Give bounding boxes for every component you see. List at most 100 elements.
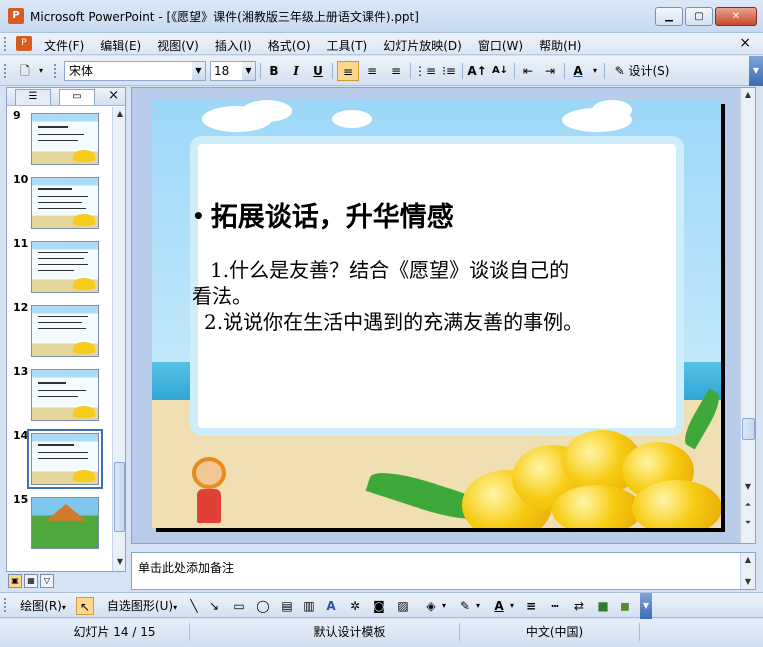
slide-sorter-icon[interactable]: ▦ <box>24 574 38 588</box>
align-center-icon[interactable]: ≡ <box>361 61 383 81</box>
next-slide-icon[interactable]: ⏷ <box>741 516 755 530</box>
toolbar-grip[interactable] <box>4 64 7 78</box>
draw-label: 绘图(R) <box>20 599 62 613</box>
vertical-textbox-icon[interactable]: ▥ <box>300 597 318 615</box>
menu-grip[interactable] <box>4 37 7 51</box>
scroll-thumb[interactable] <box>742 418 755 440</box>
slide-thumbnail[interactable] <box>31 305 99 357</box>
align-left-icon[interactable]: ≡ <box>337 61 359 81</box>
slide-thumbnail[interactable] <box>31 177 99 229</box>
close-window-button[interactable]: ✕ <box>715 7 757 26</box>
minimize-button[interactable]: ▁ <box>655 7 683 26</box>
new-icon[interactable]: 🗋 <box>14 61 36 81</box>
toolbar-grip[interactable] <box>4 598 7 612</box>
clipart-icon[interactable]: ◙ <box>370 597 388 615</box>
scroll-down-icon[interactable]: ▼ <box>741 575 755 589</box>
fill-color-icon[interactable]: ◈ <box>422 597 440 615</box>
chevron-down-icon[interactable]: ▾ <box>474 597 482 615</box>
increase-indent-icon[interactable]: ⇥ <box>540 61 560 81</box>
normal-view-icon[interactable]: ▣ <box>8 574 22 588</box>
cloud-decoration <box>592 100 632 120</box>
toolbar-overflow-icon[interactable]: ▼ <box>749 56 763 86</box>
close-document-button[interactable]: × <box>739 35 751 51</box>
toolbar-overflow-icon[interactable]: ▼ <box>640 593 652 619</box>
picture-icon[interactable]: ▨ <box>394 597 412 615</box>
powerpoint-app-icon[interactable]: P <box>8 8 24 24</box>
slide-thumbnail-selected[interactable] <box>27 429 103 489</box>
slide-thumbnail[interactable] <box>31 241 99 293</box>
slide-thumbnail[interactable] <box>31 113 99 165</box>
line-style-icon[interactable]: ≡ <box>522 597 540 615</box>
decrease-font-icon[interactable]: A↓ <box>489 61 511 81</box>
arrow-style-icon[interactable]: ⇄ <box>570 597 588 615</box>
notes-pane[interactable]: 单击此处添加备注 ▲ ▼ <box>131 552 756 590</box>
scroll-down-icon[interactable]: ▼ <box>113 555 127 569</box>
slideshow-view-icon[interactable]: ▽ <box>40 574 54 588</box>
toolbar-options-icon[interactable]: ▾ <box>36 61 46 81</box>
autoshapes-button[interactable]: 自选图形(U)▾ <box>102 597 182 615</box>
line-icon[interactable]: ╲ <box>186 597 202 615</box>
font-color-icon[interactable]: A <box>568 61 588 81</box>
menu-format[interactable]: 格式(O) <box>268 36 319 55</box>
scroll-up-icon[interactable]: ▲ <box>741 88 755 102</box>
shadow-style-icon[interactable]: ■ <box>594 597 612 615</box>
menu-insert[interactable]: 插入(I) <box>215 36 260 55</box>
chevron-down-icon[interactable]: ▼ <box>242 62 255 80</box>
close-pane-icon[interactable]: × <box>108 88 119 103</box>
arrow-icon[interactable]: ↘ <box>206 597 222 615</box>
slide-text-box[interactable]: 拓展谈话，升华情感 1.什么是友善？结合《愿望》谈谈自己的 看法。 2.说说你在… <box>192 198 712 335</box>
italic-button[interactable]: I <box>286 61 306 81</box>
slide-scrollbar[interactable]: ▲ ▼ ⏶ ⏷ <box>740 88 755 543</box>
design-button[interactable]: ✎ 设计(S) <box>610 61 674 81</box>
oval-icon[interactable]: ◯ <box>254 597 272 615</box>
chevron-down-icon[interactable]: ▾ <box>508 597 516 615</box>
slide-thumbnail[interactable] <box>31 497 99 549</box>
slide-thumbnail[interactable] <box>31 369 99 421</box>
chevron-down-icon[interactable]: ▼ <box>192 62 205 80</box>
decrease-indent-icon[interactable]: ⇤ <box>518 61 538 81</box>
chevron-down-icon[interactable]: ▾ <box>590 61 600 81</box>
textbox-icon[interactable]: ▤ <box>278 597 296 615</box>
select-pointer-icon[interactable]: ↖ <box>76 597 94 615</box>
chevron-down-icon[interactable]: ▾ <box>440 597 448 615</box>
toolbar-separator <box>332 63 333 79</box>
notes-placeholder: 单击此处添加备注 <box>138 561 235 575</box>
menu-help[interactable]: 帮助(H) <box>539 36 589 55</box>
line-color-icon[interactable]: ✎ <box>456 597 474 615</box>
menu-file[interactable]: 文件(F) <box>44 36 92 55</box>
notes-scrollbar[interactable]: ▲ ▼ <box>740 553 755 589</box>
align-right-icon[interactable]: ≡ <box>385 61 407 81</box>
wordart-icon[interactable]: A <box>322 597 340 615</box>
bold-button[interactable]: B <box>264 61 284 81</box>
tab-outline[interactable]: ☰ <box>15 89 51 105</box>
font-size-select[interactable]: 18 ▼ <box>210 61 256 81</box>
scroll-up-icon[interactable]: ▲ <box>113 107 127 121</box>
menu-tools[interactable]: 工具(T) <box>327 36 376 55</box>
menu-edit[interactable]: 编辑(E) <box>100 36 149 55</box>
menu-window[interactable]: 窗口(W) <box>478 36 531 55</box>
scroll-thumb[interactable] <box>114 462 125 532</box>
font-color-icon[interactable]: A <box>490 597 508 615</box>
scroll-up-icon[interactable]: ▲ <box>741 553 755 567</box>
bullets-icon[interactable]: ⁝≡ <box>438 61 460 81</box>
diagram-icon[interactable]: ✲ <box>346 597 364 615</box>
menu-view[interactable]: 视图(V) <box>157 36 207 55</box>
menu-slideshow[interactable]: 幻灯片放映(D) <box>383 36 470 55</box>
underline-button[interactable]: U <box>308 61 328 81</box>
scroll-down-icon[interactable]: ▼ <box>741 480 755 494</box>
slide-canvas[interactable]: 拓展谈话，升华情感 1.什么是友善？结合《愿望》谈谈自己的 看法。 2.说说你在… <box>152 100 721 528</box>
previous-slide-icon[interactable]: ⏶ <box>741 498 755 512</box>
3d-style-icon[interactable]: ◼ <box>616 597 634 615</box>
numbering-icon[interactable]: ⋮≡ <box>414 61 436 81</box>
increase-font-icon[interactable]: A↑ <box>466 61 488 81</box>
font-name-select[interactable]: 宋体 ▼ <box>64 61 206 81</box>
toolbar-grip-2[interactable] <box>54 64 57 78</box>
tab-slides[interactable]: ▭ <box>59 89 95 105</box>
document-icon[interactable]: P <box>16 36 32 51</box>
maximize-button[interactable]: ▢ <box>685 7 713 26</box>
status-template[interactable]: 默认设计模板 <box>240 623 460 641</box>
draw-menu-button[interactable]: 绘图(R)▾ <box>14 597 72 615</box>
dash-style-icon[interactable]: ┅ <box>546 597 564 615</box>
rectangle-icon[interactable]: ▭ <box>230 597 248 615</box>
thumbnail-scrollbar[interactable]: ▲ ▼ <box>112 107 125 571</box>
